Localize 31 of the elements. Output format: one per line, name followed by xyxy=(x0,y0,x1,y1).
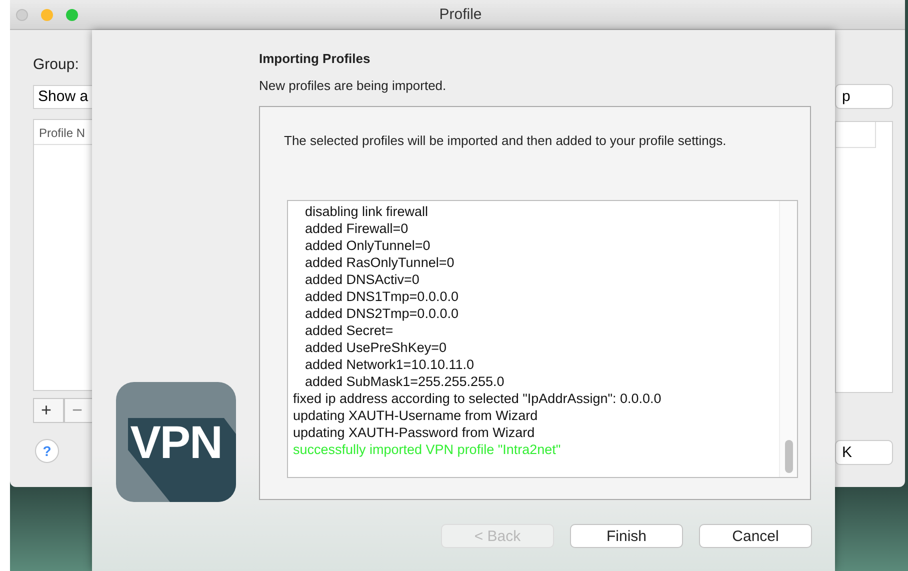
setup-button[interactable]: p xyxy=(835,84,893,109)
zoom-icon[interactable] xyxy=(66,8,78,20)
log-line: updating XAUTH-Username from Wizard xyxy=(293,407,539,424)
log-line: added Network1=10.10.11.0 xyxy=(304,356,476,373)
sheet-title: Importing Profiles xyxy=(259,51,370,66)
log-line: added Secret= xyxy=(304,322,394,339)
ok-button[interactable]: K xyxy=(835,440,893,465)
wizard-button[interactable]: Cancel xyxy=(699,524,812,548)
log-line: disabling link firewall xyxy=(304,203,430,220)
log-line: successfully imported VPN profile "Intra2net" xyxy=(293,441,562,458)
log-line: fixed ip address according to selected "IpAddrAssign": 0.0.0.0 xyxy=(293,390,662,407)
minimize-icon[interactable] xyxy=(41,8,53,20)
log-line: added SubMask1=255.255.255.0 xyxy=(304,373,506,390)
vpn-logo-icon xyxy=(116,382,236,502)
log-line: added UsePreShKey=0 xyxy=(304,339,448,356)
log-line: added DNS2Tmp=0.0.0.0 xyxy=(304,305,460,322)
window-title: Profile xyxy=(438,6,483,23)
scrollbar-thumb[interactable] xyxy=(784,440,792,473)
close-icon[interactable] xyxy=(16,8,28,20)
logo-text: VPN xyxy=(129,415,223,470)
group-label: Group: xyxy=(33,56,79,73)
log-line: added RasOnlyTunnel=0 xyxy=(304,254,456,271)
wizard-button[interactable]: Finish xyxy=(570,524,683,548)
add-button[interactable]: + xyxy=(33,398,64,423)
log-line: added DNSActiv=0 xyxy=(304,271,420,288)
log-line: added DNS1Tmp=0.0.0.0 xyxy=(304,288,460,305)
log-line: added Firewall=0 xyxy=(304,220,410,237)
sheet-subtitle: New profiles are being imported. xyxy=(259,78,446,93)
log-line: updating XAUTH-Password from Wizard xyxy=(293,424,536,441)
description-text: The selected profiles will be imported and then added to your profile settings. xyxy=(284,133,726,148)
log-line: added OnlyTunnel=0 xyxy=(304,237,432,254)
